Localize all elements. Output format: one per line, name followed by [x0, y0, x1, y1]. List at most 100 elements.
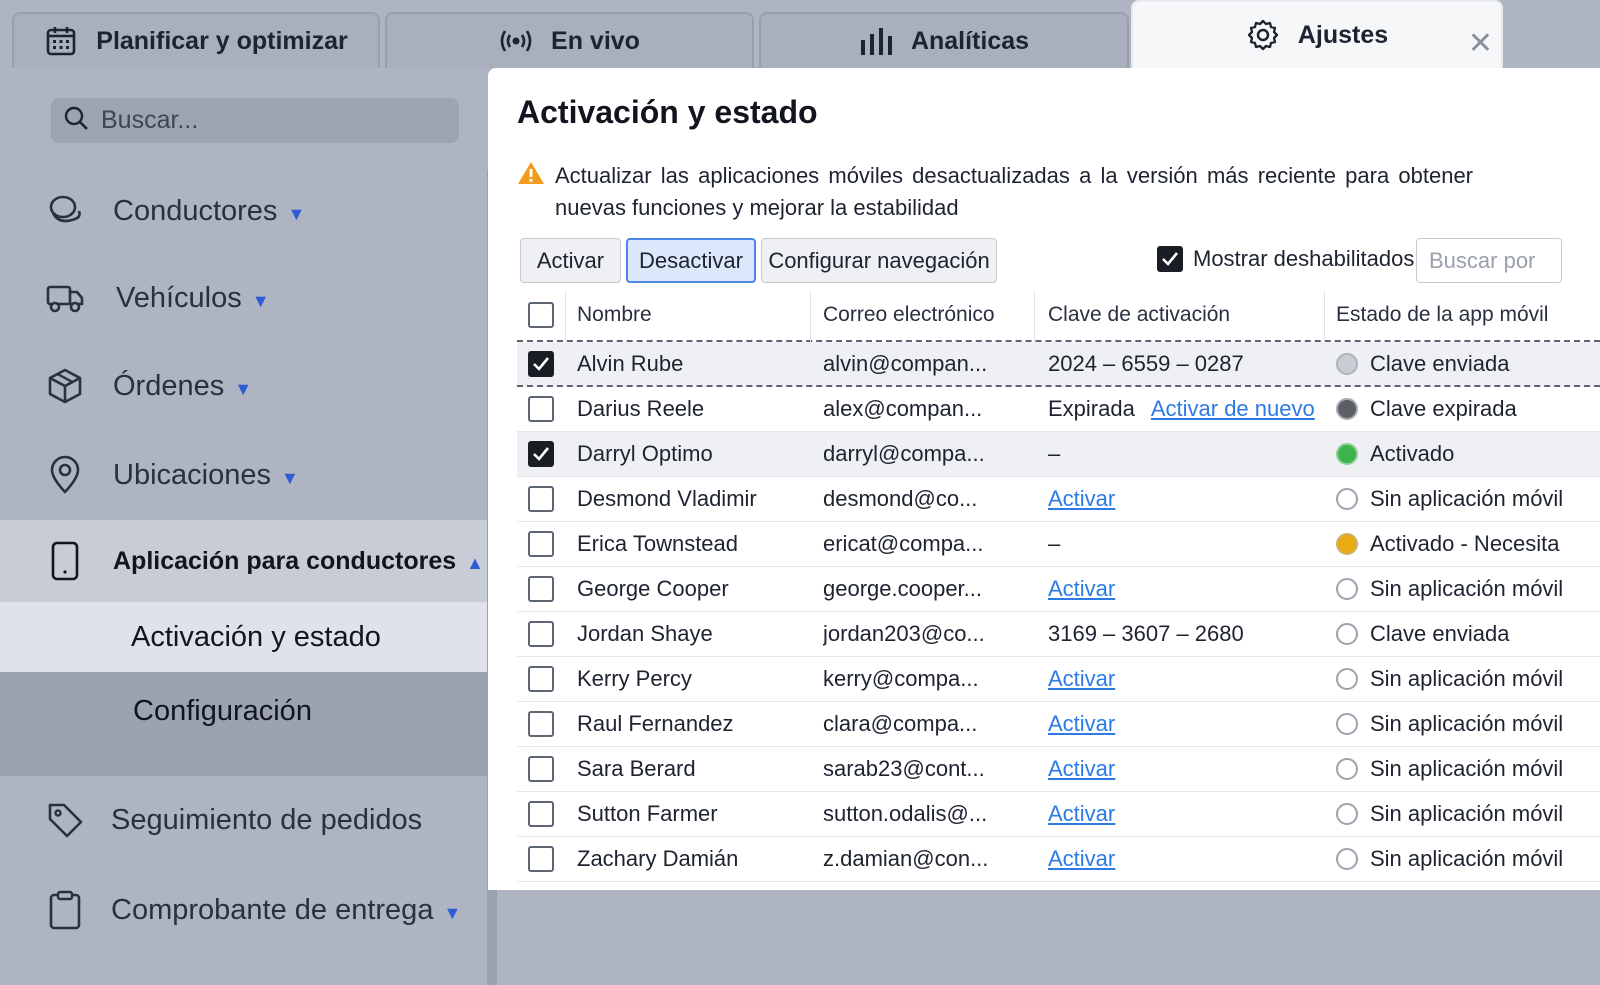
table-row[interactable]: Darius Reele alex@compan... Expirada Activa…: [517, 387, 1600, 432]
driver-email: jordan203@co...: [823, 621, 985, 646]
driver-email: z.damian@con...: [823, 846, 989, 871]
activate-link[interactable]: Activar: [1048, 846, 1115, 872]
activate-link[interactable]: Activar: [1048, 576, 1115, 602]
app-status-cell: Sin aplicación móvil: [1336, 837, 1600, 881]
drivers-icon: [44, 190, 86, 232]
status-dot-icon: [1336, 398, 1358, 420]
sidebar-subitem-activation-status[interactable]: Activación y estado: [0, 602, 487, 672]
column-header-name[interactable]: Nombre: [577, 290, 807, 340]
row-checkbox[interactable]: [528, 801, 554, 827]
sidebar-search-input[interactable]: Buscar...: [51, 98, 459, 143]
checkbox-checked-icon[interactable]: [1157, 246, 1183, 272]
activation-key-cell: –: [1048, 522, 1328, 566]
activation-key-cell: Activar: [1048, 477, 1328, 521]
close-icon[interactable]: ✕: [1468, 26, 1493, 61]
sidebar-item-driver-app[interactable]: Aplicación para conductores ▲: [0, 520, 487, 602]
sidebar: Buscar... Conductores ▼ Vehículos ▼ Órdene…: [0, 68, 487, 985]
app-status-text: Clave enviada: [1370, 350, 1510, 376]
driver-email: george.cooper...: [823, 576, 983, 601]
table-row[interactable]: Zachary Damián z.damian@con... Activar Sin …: [517, 837, 1600, 882]
activate-link[interactable]: Activar de nuevo: [1151, 396, 1315, 422]
status-dot-icon: [1336, 578, 1358, 600]
sidebar-subitem-configuration[interactable]: Configuración: [0, 676, 487, 746]
app-status-cell: Clave enviada: [1336, 612, 1600, 656]
tab-label: Planificar y optimizar: [96, 26, 348, 55]
box-icon: [44, 365, 86, 407]
table-row[interactable]: Raul Fernandez clara@compa... Activar Sin a…: [517, 702, 1600, 747]
sidebar-item-drivers[interactable]: Conductores ▼: [0, 177, 487, 245]
row-checkbox[interactable]: [528, 666, 554, 692]
caret-down-icon: ▼: [234, 378, 253, 399]
sidebar-item-orders[interactable]: Órdenes ▼: [0, 352, 487, 420]
show-disabled-checkbox[interactable]: Mostrar deshabilitados: [1157, 246, 1414, 272]
activation-key-cell: Activar: [1048, 567, 1328, 611]
warning-icon: [517, 160, 545, 224]
activate-button[interactable]: Activar: [520, 238, 621, 283]
tab-label: Analíticas: [910, 26, 1030, 55]
column-header-activation-key[interactable]: Clave de activación: [1048, 290, 1328, 340]
driver-name: Desmond Vladimir: [577, 486, 757, 511]
select-all-checkbox[interactable]: [528, 302, 554, 328]
activation-key-cell: Activar: [1048, 792, 1328, 836]
row-checkbox[interactable]: [528, 711, 554, 737]
activation-key-value: Expirada: [1048, 396, 1135, 421]
app-status-text: Sin aplicación móvil: [1370, 486, 1564, 511]
row-checkbox[interactable]: [528, 756, 554, 782]
status-dot-icon: [1336, 488, 1358, 510]
sidebar-item-order-tracking[interactable]: Seguimiento de pedidos: [0, 786, 487, 854]
table-row[interactable]: Desmond Vladimir desmond@co... Activar Sin …: [517, 477, 1600, 522]
activation-key-cell: Activar: [1048, 702, 1328, 746]
search-icon: [63, 105, 89, 136]
clipboard-icon: [44, 889, 86, 931]
activation-key-value: 2024 – 6559 – 0287: [1048, 350, 1244, 376]
activate-link[interactable]: Activar: [1048, 711, 1115, 737]
column-header-app-status[interactable]: Estado de la app móvil: [1336, 290, 1600, 340]
app-status-text: Sin aplicación móvil: [1370, 756, 1564, 781]
row-checkbox[interactable]: [528, 576, 554, 602]
table-row[interactable]: Erica Townstead ericat@compa... – Activado …: [517, 522, 1600, 567]
tab-plan-optimize[interactable]: Planificar y optimizar: [12, 12, 380, 68]
drivers-table: Nombre Correo electrónico Clave de activ…: [517, 290, 1600, 882]
configure-navigation-button[interactable]: Configurar navegación: [761, 238, 997, 283]
sidebar-item-vehicles[interactable]: Vehículos ▼: [0, 264, 487, 332]
row-checkbox[interactable]: [528, 350, 554, 377]
activate-link[interactable]: Activar: [1048, 801, 1115, 827]
row-checkbox[interactable]: [528, 396, 554, 422]
tab-live[interactable]: En vivo: [385, 12, 754, 68]
app-status-cell: Activado: [1336, 432, 1600, 476]
table-row[interactable]: Alvin Rube alvin@compan... 2024 – 6559 – 0…: [517, 342, 1600, 387]
app-status-text: Activado - Necesita: [1370, 531, 1560, 556]
tab-label: En vivo: [551, 26, 640, 55]
deactivate-button[interactable]: Desactivar: [626, 238, 756, 283]
tab-settings[interactable]: Ajustes ✕: [1131, 0, 1503, 68]
table-search-input[interactable]: Buscar por: [1416, 238, 1562, 283]
activate-link[interactable]: Activar: [1048, 486, 1115, 512]
table-row[interactable]: Jordan Shaye jordan203@co... 3169 – 3607 –…: [517, 612, 1600, 657]
activation-key-value: –: [1048, 441, 1061, 466]
row-checkbox[interactable]: [528, 441, 554, 467]
sidebar-item-proof-of-delivery[interactable]: Comprobante de entrega ▼: [0, 876, 487, 944]
row-checkbox[interactable]: [528, 621, 554, 647]
driver-name: Kerry Percy: [577, 666, 692, 691]
page-title: Activación y estado: [517, 94, 818, 130]
sidebar-item-label: Vehículos ▼: [116, 281, 270, 314]
table-row[interactable]: George Cooper george.cooper... Activar Sin …: [517, 567, 1600, 612]
column-header-email[interactable]: Correo electrónico: [823, 290, 1033, 340]
row-checkbox[interactable]: [528, 486, 554, 512]
row-checkbox[interactable]: [528, 531, 554, 557]
tab-analytics[interactable]: Analíticas: [759, 12, 1129, 68]
activate-link[interactable]: Activar: [1048, 756, 1115, 782]
update-warning: Actualizar las aplicaciones móviles desa…: [517, 160, 1477, 224]
table-row[interactable]: Darryl Optimo darryl@compa... – Activado: [517, 432, 1600, 477]
table-row[interactable]: Sutton Farmer sutton.odalis@... Activar Sin…: [517, 792, 1600, 837]
caret-down-icon: ▼: [251, 290, 270, 311]
table-row[interactable]: Sara Berard sarab23@cont... Activar Sin apl…: [517, 747, 1600, 792]
activate-link[interactable]: Activar: [1048, 666, 1115, 692]
table-row[interactable]: Kerry Percy kerry@compa... Activar Sin apli…: [517, 657, 1600, 702]
sidebar-item-label: Aplicación para conductores ▲: [113, 546, 484, 575]
driver-email: ericat@compa...: [823, 531, 984, 556]
sidebar-item-locations[interactable]: Ubicaciones ▼: [0, 441, 487, 509]
row-checkbox[interactable]: [528, 846, 554, 872]
caret-up-icon: ▲: [466, 552, 484, 573]
sidebar-subitem-label: Configuración: [133, 694, 312, 727]
